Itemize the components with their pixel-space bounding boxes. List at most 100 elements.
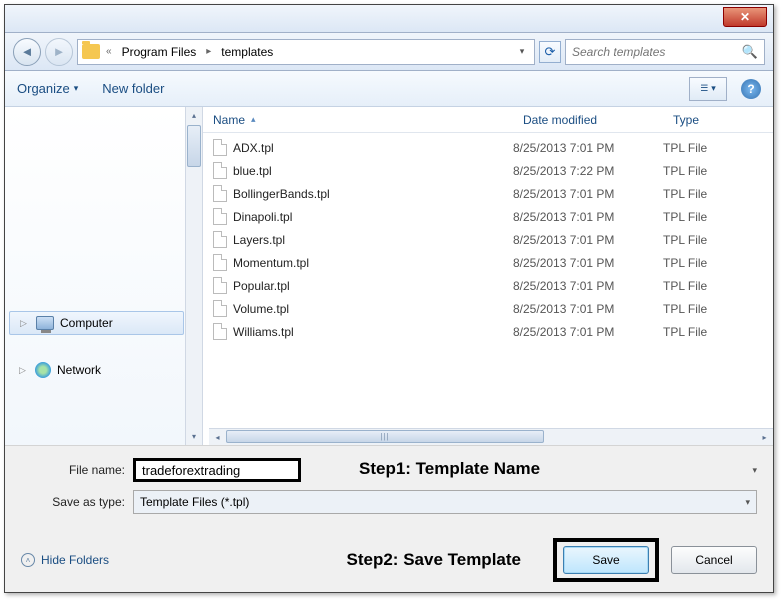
file-row[interactable]: Dinapoli.tpl 8/25/2013 7:01 PMTPL File (203, 205, 773, 228)
organize-label: Organize (17, 81, 70, 96)
file-list: Name ▴ Date modified Type ADX.tpl 8/25/20… (203, 107, 773, 445)
refresh-icon: ⟳ (545, 44, 556, 60)
column-date[interactable]: Date modified (513, 107, 663, 132)
annotation-save-highlight: Save (553, 538, 659, 582)
file-row[interactable]: blue.tpl8/25/2013 7:22 PMTPL File (203, 159, 773, 182)
horizontal-scrollbar[interactable]: ◂ ||| ▸ (209, 428, 773, 445)
chevron-down-icon[interactable]: ▾ (752, 465, 757, 476)
collapse-icon: ˄ (21, 553, 35, 567)
breadcrumb-dropdown[interactable]: ▾ (514, 46, 530, 57)
expand-icon[interactable]: ▷ (20, 318, 30, 329)
organize-menu[interactable]: Organize ▾ (17, 81, 78, 96)
expand-icon[interactable]: ▷ (19, 365, 29, 376)
file-date: 8/25/2013 7:01 PM (513, 302, 663, 316)
hide-folders-button[interactable]: ˄ Hide Folders (21, 553, 109, 567)
network-icon (35, 362, 51, 378)
file-type: TPL File (663, 302, 773, 316)
file-name: Momentum.tpl (233, 256, 309, 270)
column-label: Name (213, 113, 245, 127)
tree-item-computer[interactable]: ▷ Computer (9, 311, 184, 335)
scrollbar-thumb[interactable]: ||| (226, 430, 544, 443)
file-icon (213, 300, 227, 317)
scroll-left-icon[interactable]: ◂ (209, 430, 226, 445)
tree-label: Computer (60, 316, 113, 330)
file-date: 8/25/2013 7:01 PM (513, 141, 663, 155)
file-date: 8/25/2013 7:22 PM (513, 164, 663, 178)
column-type[interactable]: Type (663, 107, 773, 132)
file-rows: ADX.tpl8/25/2013 7:01 PMTPL Fileblue.tpl… (203, 133, 773, 428)
column-headers: Name ▴ Date modified Type (203, 107, 773, 133)
column-name[interactable]: Name ▴ (203, 107, 513, 132)
refresh-button[interactable]: ⟳ (539, 41, 561, 63)
main-area: ▷ Computer ▷ Network ▴ ▾ (5, 107, 773, 445)
tree-item-network[interactable]: ▷ Network (5, 357, 202, 383)
file-name: Williams.tpl (233, 325, 294, 339)
computer-icon (36, 316, 54, 330)
breadcrumb-templates[interactable]: templates (217, 45, 277, 59)
toolbar: Organize ▾ New folder ☰▾ ? (5, 71, 773, 107)
close-button[interactable]: ✕ (723, 7, 767, 27)
scrollbar-thumb[interactable] (187, 125, 201, 167)
search-icon[interactable]: 🔍 (742, 44, 758, 60)
saveas-label: Save as type: (21, 495, 125, 509)
file-row[interactable]: Volume.tpl8/25/2013 7:01 PMTPL File (203, 297, 773, 320)
breadcrumb[interactable]: « Program Files ▸ templates ▾ (77, 39, 535, 65)
save-as-dialog: ✕ ◄ ► « Program Files ▸ templates ▾ ⟳ 🔍 … (4, 4, 774, 593)
folder-icon (82, 44, 100, 59)
scroll-down-icon[interactable]: ▾ (186, 428, 202, 445)
file-row[interactable]: Williams.tpl 8/25/2013 7:01 PMTPL File (203, 320, 773, 343)
file-icon (213, 231, 227, 248)
cancel-button[interactable]: Cancel (671, 546, 757, 574)
saveas-type-select[interactable]: Template Files (*.tpl) ▾ (133, 490, 757, 514)
tree-scrollbar[interactable]: ▴ ▾ (185, 107, 202, 445)
file-date: 8/25/2013 7:01 PM (513, 233, 663, 247)
bottom-panel: File name: Step1: Template Name ▾ Save a… (5, 445, 773, 592)
nav-back-button[interactable]: ◄ (13, 38, 41, 66)
file-row[interactable]: Momentum.tpl8/25/2013 7:01 PMTPL File (203, 251, 773, 274)
file-type: TPL File (663, 141, 773, 155)
file-name: Dinapoli.tpl (233, 210, 292, 224)
file-icon (213, 162, 227, 179)
sort-ascending-icon: ▴ (251, 114, 256, 125)
file-name: BollingerBands.tpl (233, 187, 330, 201)
file-date: 8/25/2013 7:01 PM (513, 325, 663, 339)
file-row[interactable]: BollingerBands.tpl8/25/2013 7:01 PMTPL F… (203, 182, 773, 205)
list-icon: ☰ (700, 83, 708, 94)
filename-label: File name: (21, 463, 125, 477)
scroll-right-icon[interactable]: ▸ (756, 430, 773, 445)
save-button[interactable]: Save (563, 546, 649, 574)
file-name: Popular.tpl (233, 279, 290, 293)
file-type: TPL File (663, 210, 773, 224)
file-icon (213, 323, 227, 340)
breadcrumb-program-files[interactable]: Program Files (118, 45, 201, 59)
file-name: ADX.tpl (233, 141, 274, 155)
file-icon (213, 208, 227, 225)
file-icon (213, 277, 227, 294)
nav-forward-button[interactable]: ► (45, 38, 73, 66)
chevron-down-icon: ▾ (74, 83, 79, 94)
annotation-step1: Step1: Template Name (359, 459, 540, 479)
file-icon (213, 139, 227, 156)
file-row[interactable]: ADX.tpl 8/25/2013 7:01 PMTPL File (203, 136, 773, 159)
saveas-value: Template Files (*.tpl) (140, 495, 249, 509)
file-type: TPL File (663, 279, 773, 293)
file-icon (213, 185, 227, 202)
search-box[interactable]: 🔍 (565, 39, 765, 65)
new-folder-button[interactable]: New folder (102, 81, 164, 96)
file-date: 8/25/2013 7:01 PM (513, 210, 663, 224)
chevron-down-icon: ▾ (745, 497, 750, 508)
search-input[interactable] (572, 45, 742, 59)
file-icon (213, 254, 227, 271)
file-type: TPL File (663, 187, 773, 201)
view-options-button[interactable]: ☰▾ (689, 77, 727, 101)
file-row[interactable]: Popular.tpl8/25/2013 7:01 PMTPL File (203, 274, 773, 297)
titlebar: ✕ (5, 5, 773, 33)
help-button[interactable]: ? (741, 79, 761, 99)
file-type: TPL File (663, 325, 773, 339)
file-name: Layers.tpl (233, 233, 285, 247)
file-row[interactable]: Layers.tpl8/25/2013 7:01 PMTPL File (203, 228, 773, 251)
chevron-down-icon: ▾ (711, 83, 716, 94)
filename-input[interactable] (133, 458, 301, 482)
chevron-right-icon[interactable]: ▸ (202, 46, 215, 57)
scroll-up-icon[interactable]: ▴ (186, 107, 202, 124)
